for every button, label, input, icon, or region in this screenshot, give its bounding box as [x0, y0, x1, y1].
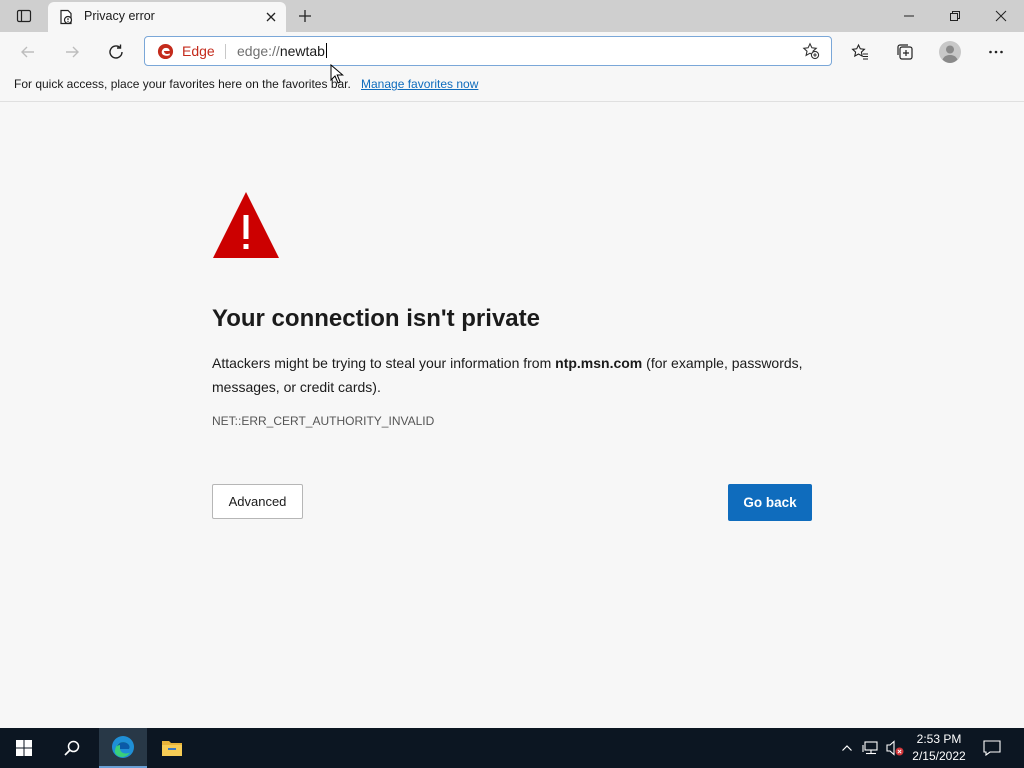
tab-close-icon[interactable] [263, 9, 279, 25]
show-hidden-icons-button[interactable] [837, 738, 857, 758]
volume-tray-button[interactable] [885, 738, 905, 758]
taskbar-file-explorer-button[interactable] [150, 728, 194, 768]
new-tab-button[interactable] [292, 4, 318, 28]
advanced-button[interactable]: Advanced [212, 484, 303, 519]
error-description: Attackers might be trying to steal your … [212, 351, 822, 399]
collections-icon [897, 44, 913, 60]
profile-button[interactable] [936, 38, 964, 66]
clock-time: 2:53 PM [916, 732, 962, 746]
add-favorite-icon[interactable] [802, 42, 820, 60]
warning-triangle-icon [213, 192, 279, 258]
favorites-button[interactable] [846, 38, 874, 66]
settings-more-button[interactable] [982, 38, 1010, 66]
tab-privacy-error[interactable]: Privacy error [48, 2, 286, 32]
go-back-button[interactable]: Go back [728, 484, 812, 521]
taskbar-edge-button[interactable] [99, 728, 147, 768]
windows-logo-icon [16, 740, 32, 756]
arrow-left-icon [21, 46, 34, 58]
url-scheme: edge:// [237, 43, 280, 59]
back-button[interactable] [14, 38, 42, 66]
mouse-cursor-icon [330, 64, 344, 84]
start-button[interactable] [0, 728, 48, 768]
plus-icon [299, 10, 311, 22]
refresh-button[interactable] [102, 38, 130, 66]
page-warning-icon [60, 9, 73, 25]
tab-actions-icon [16, 9, 32, 23]
favorites-bar: For quick access, place your favorites h… [0, 72, 1024, 102]
error-code: NET::ERR_CERT_AUTHORITY_INVALID [212, 414, 435, 428]
volume-muted-icon [886, 740, 904, 756]
edge-logo-icon [157, 43, 174, 60]
edge-browser-icon [112, 736, 134, 758]
refresh-icon [109, 44, 123, 59]
close-window-button[interactable] [978, 0, 1024, 32]
restore-icon [950, 11, 960, 21]
address-separator [225, 44, 226, 59]
search-button[interactable] [48, 728, 96, 768]
favorites-star-icon [851, 43, 868, 60]
network-tray-button[interactable] [861, 738, 881, 758]
favorites-bar-message: For quick access, place your favorites h… [14, 77, 351, 91]
collections-button[interactable] [891, 38, 919, 66]
site-host: ntp.msn.com [555, 355, 643, 371]
address-bar[interactable]: Edge edge://newtab [144, 36, 832, 66]
clock-date: 2/15/2022 [912, 749, 966, 763]
description-prefix: Attackers might be trying to steal your … [212, 355, 556, 371]
taskbar-clock[interactable]: 2:53 PM 2/15/2022 [904, 731, 974, 765]
tab-actions-button[interactable] [8, 4, 40, 28]
chevron-up-icon [842, 745, 852, 751]
action-center-button[interactable] [982, 738, 1002, 758]
text-caret [325, 43, 327, 58]
navigation-toolbar: Edge edge://newtab [0, 32, 1024, 72]
url-path: newtab [279, 43, 325, 59]
avatar-icon [939, 41, 961, 63]
manage-favorites-link[interactable]: Manage favorites now [361, 77, 478, 91]
close-icon [995, 10, 1007, 22]
minimize-icon [904, 15, 914, 17]
notification-icon [983, 740, 1001, 756]
tab-strip: Privacy error [0, 0, 1024, 32]
forward-button[interactable] [58, 38, 86, 66]
folder-icon [162, 741, 182, 756]
minimize-button[interactable] [886, 0, 932, 32]
more-dots-icon [989, 50, 1003, 54]
tab-title: Privacy error [84, 9, 155, 23]
network-icon [862, 741, 878, 755]
search-icon [64, 740, 80, 756]
edge-badge-label: Edge [182, 43, 215, 59]
taskbar: 2:53 PM 2/15/2022 [0, 728, 1024, 768]
error-page: Your connection isn't private Attackers … [0, 103, 1024, 728]
page-title: Your connection isn't private [212, 305, 540, 332]
restore-button[interactable] [932, 0, 978, 32]
url-text[interactable]: edge://newtab [237, 43, 327, 59]
arrow-right-icon [66, 46, 79, 58]
